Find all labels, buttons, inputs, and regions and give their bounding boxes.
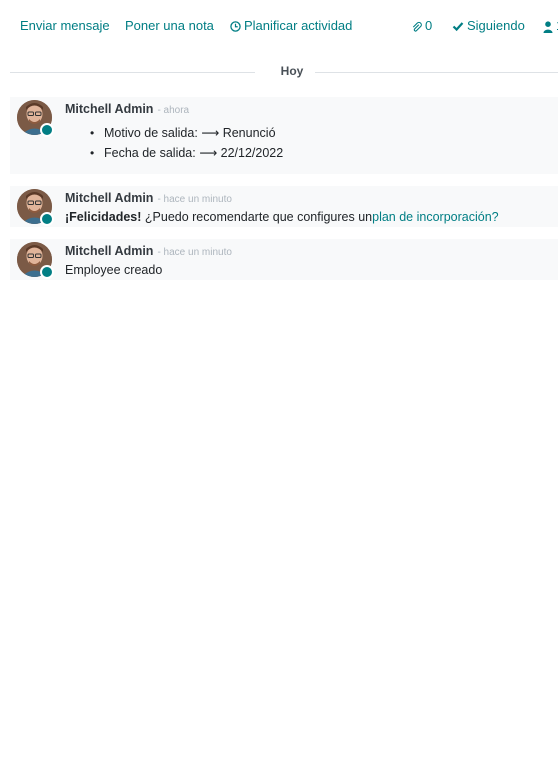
log-note-button[interactable]: Poner una nota [125,18,214,34]
arrow-icon: ⟶ [201,126,220,140]
tracking-value-list: Motivo de salida: ⟶ Renunció Fecha de sa… [90,123,283,163]
message-header: Mitchell Admin - hace un minuto [65,244,232,258]
online-status-indicator [40,265,54,279]
schedule-activity-label: Planificar actividad [244,18,353,33]
date-separator: Hoy [10,64,558,78]
congrats-bold-text: ¡Felicidades! [65,210,142,224]
clock-icon [230,21,241,32]
separator-line-left [10,72,255,73]
tracking-field: Motivo de salida: [104,126,198,140]
message-header: Mitchell Admin - hace un minuto [65,191,232,205]
separator-label: Hoy [280,64,304,78]
author-name[interactable]: Mitchell Admin [65,102,153,116]
user-icon [543,20,553,33]
paperclip-icon [412,21,422,32]
message-created: Mitchell Admin - hace un minuto Employee … [10,239,558,280]
following-label: Siguiendo [467,18,525,33]
message-body: ¡Felicidades! ¿Puedo recomendarte que co… [65,210,499,224]
message-date: - ahora [157,105,190,116]
message-date: - hace un minuto [157,194,232,205]
separator-line-right [315,72,558,73]
chatter-topbar: Enviar mensaje Poner una nota Planificar… [0,0,558,50]
onboarding-plan-link[interactable]: plan de incorporación? [372,210,498,224]
author-name[interactable]: Mitchell Admin [65,244,153,258]
message-body: Employee creado [65,263,163,277]
online-status-indicator [40,212,54,226]
message-header: Mitchell Admin - ahora [65,102,189,116]
tracking-field: Fecha de salida: [104,146,196,160]
message-text: ¿Puedo recomendarte que configures un [141,210,373,224]
send-message-button[interactable]: Enviar mensaje [20,18,110,34]
online-status-indicator [40,123,54,137]
attachments-button[interactable]: 0 [411,18,432,34]
tracking-new-value: 22/12/2022 [220,146,284,160]
check-icon [452,22,464,32]
followers-button[interactable]: 1 [543,18,558,34]
message-tracking: Mitchell Admin - ahora Motivo de salida: … [10,97,558,174]
attachments-count: 0 [425,18,433,33]
following-button[interactable]: Siguiendo [452,18,525,34]
arrow-icon: ⟶ [199,146,218,160]
tracking-new-value: Renunció [222,126,276,140]
message-date: - hace un minuto [157,247,232,258]
message-congrats: Mitchell Admin - hace un minuto ¡Felicida… [10,186,558,227]
schedule-activity-button[interactable]: Planificar actividad [230,18,352,34]
author-name[interactable]: Mitchell Admin [65,191,153,205]
tracking-value-item: Fecha de salida: ⟶ 22/12/2022 [90,143,283,163]
tracking-value-item: Motivo de salida: ⟶ Renunció [90,123,283,143]
